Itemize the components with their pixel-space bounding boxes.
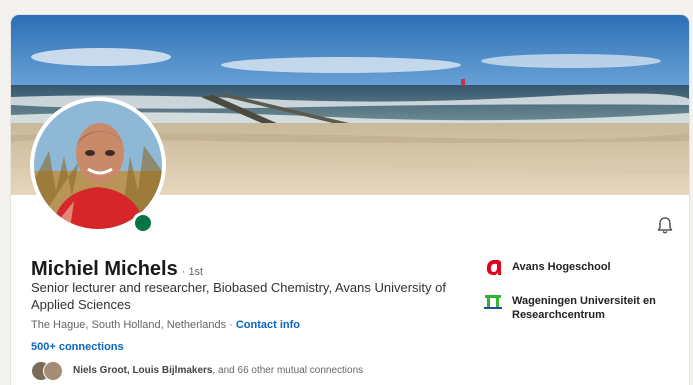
mutual-rest: , and 66 other mutual connections bbox=[212, 364, 364, 376]
online-status-indicator bbox=[132, 212, 154, 234]
contact-info-link[interactable]: Contact info bbox=[236, 319, 300, 331]
mutual-avatar bbox=[43, 361, 63, 381]
avans-logo-icon bbox=[486, 259, 501, 275]
profile-photo-image bbox=[34, 101, 162, 229]
mutual-names: Niels Groot, Louis Bijlmakers bbox=[73, 364, 213, 376]
experience-item-wur[interactable]: Wageningen Universiteit en Researchcentr… bbox=[482, 290, 687, 322]
experience-list: Avans Hogeschool Wageningen Universiteit… bbox=[482, 256, 687, 334]
wur-logo-icon bbox=[484, 295, 502, 309]
location-row: The Hague, South Holland, Netherlands · … bbox=[31, 319, 300, 331]
connections-link[interactable]: 500+ connections bbox=[31, 341, 124, 353]
experience-name: Avans Hogeschool bbox=[512, 261, 611, 273]
name-row: Michiel Michels · 1st bbox=[31, 258, 203, 281]
bell-icon[interactable] bbox=[655, 216, 675, 236]
experience-name: Wageningen Universiteit en Researchcentr… bbox=[512, 295, 656, 321]
mutual-avatars bbox=[31, 361, 67, 381]
profile-headline: Senior lecturer and researcher, Biobased… bbox=[31, 280, 446, 312]
location-separator: · bbox=[226, 319, 236, 331]
experience-item-avans[interactable]: Avans Hogeschool bbox=[482, 256, 687, 278]
profile-card: Michiel Michels · 1st Senior lecturer an… bbox=[11, 15, 689, 385]
connection-degree: · 1st bbox=[181, 266, 204, 278]
profile-name: Michiel Michels bbox=[31, 258, 178, 280]
location-text: The Hague, South Holland, Netherlands bbox=[31, 319, 227, 331]
mutual-connections[interactable]: Niels Groot, Louis Bijlmakers, and 66 ot… bbox=[31, 361, 364, 381]
